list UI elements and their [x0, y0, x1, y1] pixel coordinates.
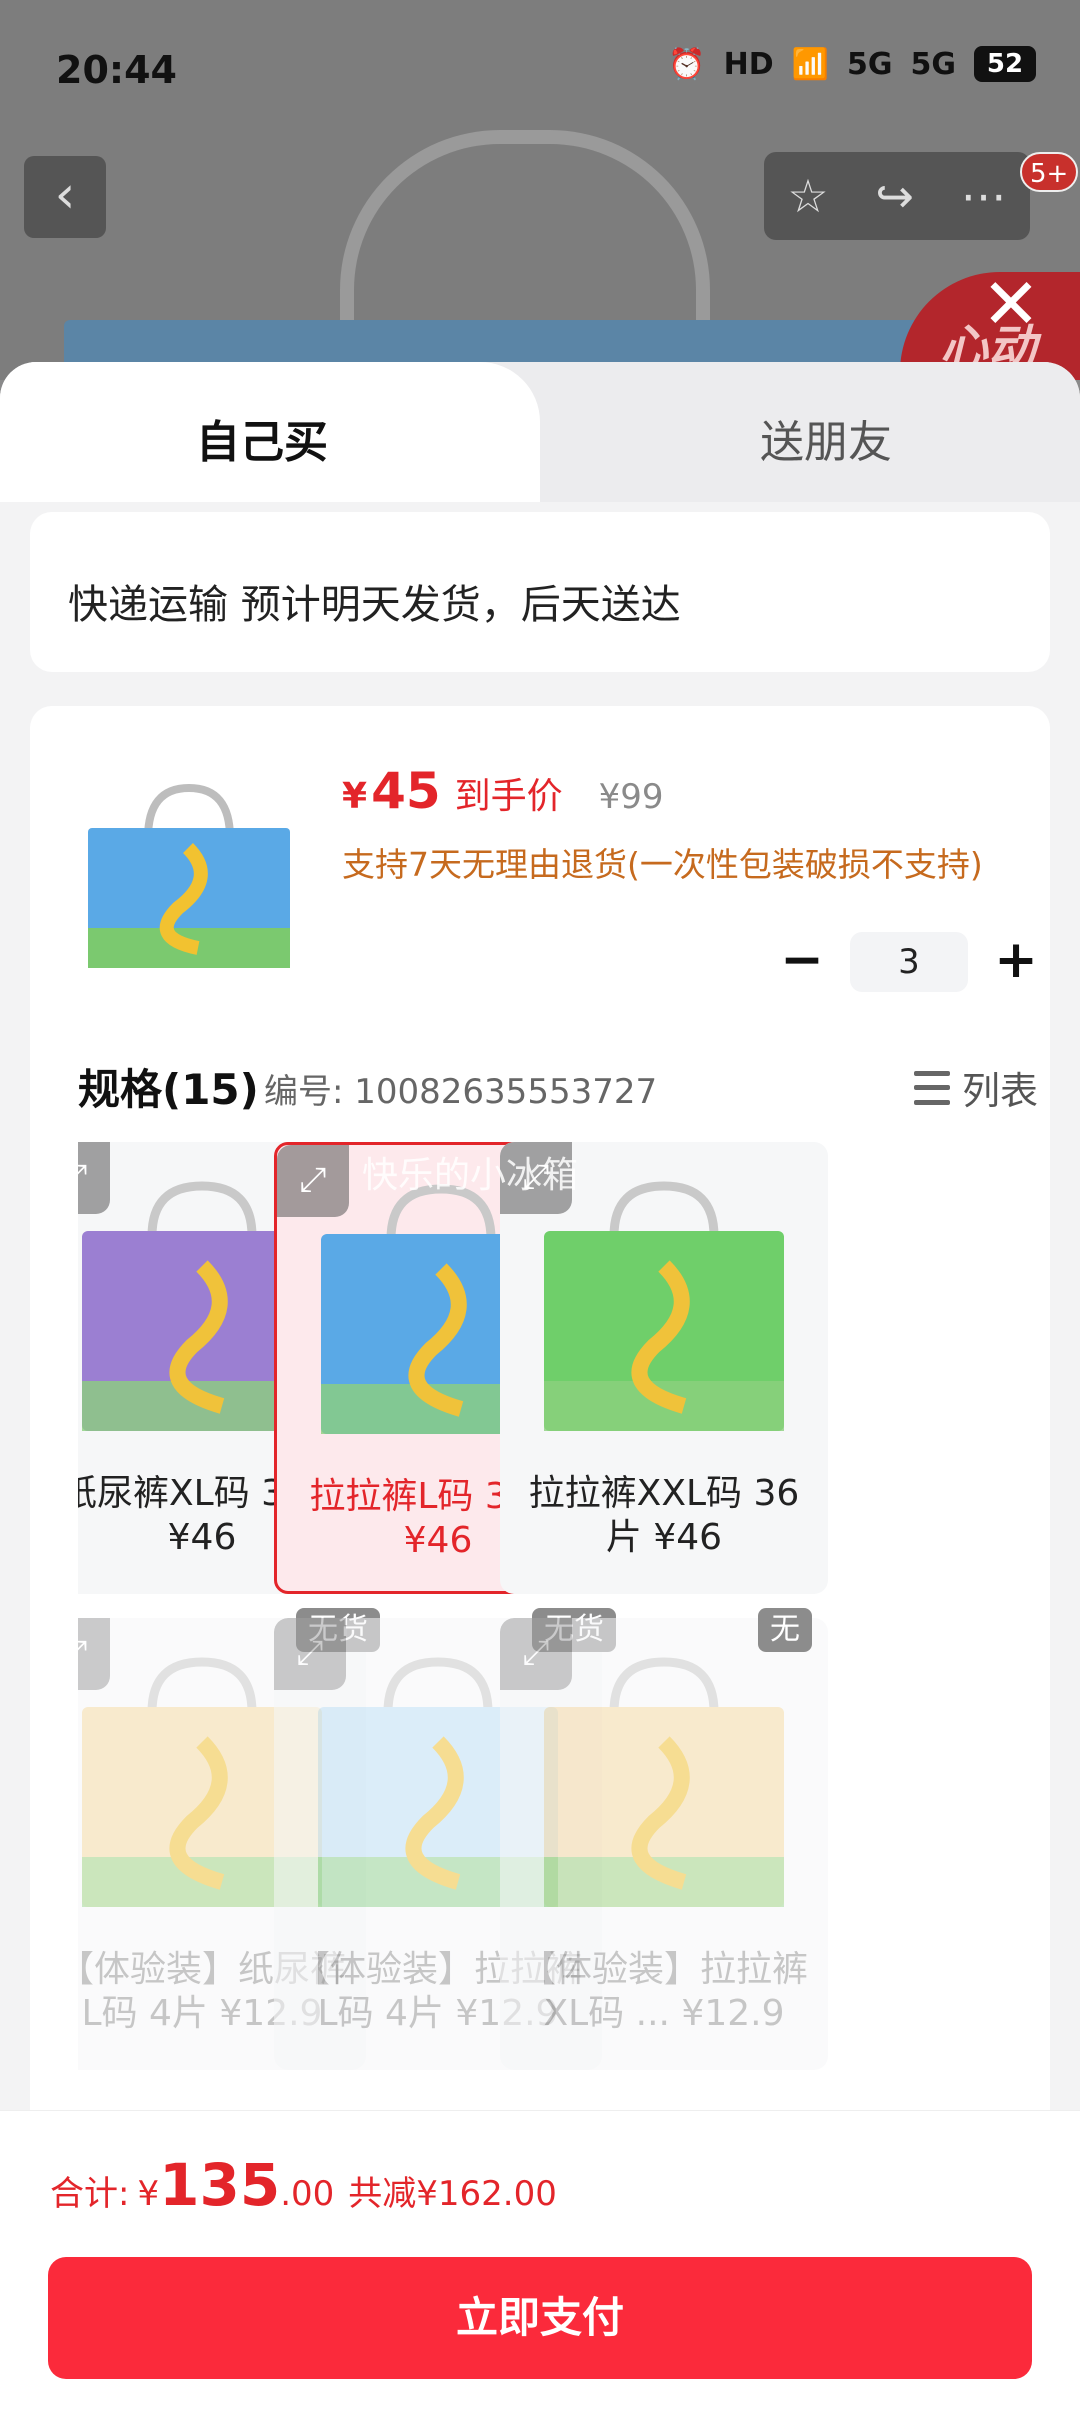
list-icon [913, 1070, 950, 1105]
spec-title: 规格(15) [78, 1065, 259, 1114]
spec-grid: ⤢纸尿裤XL码 38片 ¥46⤢拉拉裤L码 34片 ¥46⤢拉拉裤XXL码 36… [78, 1138, 1034, 2078]
expand-icon[interactable]: ⤢ [274, 1618, 346, 1690]
spec-code: 编号: 10082635553727 [264, 1072, 658, 1112]
total-saved: 共减¥162.00 [348, 2174, 557, 2214]
star-icon[interactable]: ☆ [787, 169, 828, 223]
nav-actions: ☆ ↪ ⋯ [764, 152, 1030, 240]
status-icons: ⏰ HD 📶 5G 5G 52 [668, 46, 1036, 82]
spec-option-label: 拉拉裤XXL码 36 片 ¥46 [528, 1473, 800, 1558]
signal-icon-2: 5G [910, 46, 957, 82]
more-icon[interactable]: ⋯ [961, 169, 1007, 223]
status-time: 20:44 [56, 48, 177, 92]
purchase-sheet: 自己买 送朋友 快递运输 预计明天发货，后天送达 ¥ 45 到手价 ¥99 支持… [0, 362, 1080, 2412]
alarm-icon: ⏰ [668, 46, 706, 82]
plus-button[interactable]: + [986, 932, 1046, 992]
spec-header: 规格(15) 编号: 10082635553727 列表 [78, 1056, 1038, 1116]
spec-option-label: 【体验装】拉拉裤 XL码 ... ¥12.9 [519, 1949, 808, 2034]
tab-friend[interactable]: 送朋友 [760, 406, 892, 470]
total-row: 合计: ¥ 135 .00 共减¥162.00 [50, 2151, 557, 2219]
checkout-footer: 合计: ¥ 135 .00 共减¥162.00 立即支付 [0, 2110, 1080, 2412]
shipping-card: 快递运输 预计明天发货，后天送达 [30, 512, 1050, 672]
total-symbol: ¥ [137, 2174, 160, 2214]
watermark: 快乐的小冰箱 [362, 1155, 579, 1196]
hd-icon: HD [723, 46, 774, 82]
total-label: 合计: [50, 2174, 130, 2214]
final-price: 45 [371, 762, 441, 820]
share-icon[interactable]: ↪ [875, 169, 914, 223]
return-policy: 支持7天无理由退货(一次性包装破损不支持) [342, 845, 983, 884]
out-of-stock-badge: 无 [758, 1608, 812, 1652]
message-badge: 5+ [1020, 152, 1079, 192]
signal-icon-1: 5G [847, 46, 893, 82]
battery-icon: 52 [974, 46, 1036, 82]
price-symbol: ¥ [342, 776, 368, 817]
minus-button[interactable]: − [772, 932, 832, 992]
expand-icon[interactable]: ⤢ [78, 1142, 110, 1214]
purchase-tabs: 自己买 送朋友 [0, 362, 1080, 502]
close-icon[interactable]: ✕ [976, 269, 1046, 342]
spec-option[interactable]: ⤢ 【体验装】拉拉裤 XL码 ... ¥12.9 [500, 1618, 828, 2070]
spec-option[interactable]: ⤢ 拉拉裤XXL码 36 片 ¥46 [500, 1142, 828, 1594]
quantity-input[interactable]: 3 [850, 932, 968, 992]
tab-self[interactable]: 自己买 [196, 406, 328, 470]
back-button[interactable]: ‹ [24, 156, 106, 238]
product-thumbnail [88, 783, 290, 968]
pay-now-button[interactable]: 立即支付 [48, 2257, 1032, 2379]
price-row: ¥ 45 到手价 ¥99 [342, 762, 664, 820]
total-amount: 135 [159, 2151, 281, 2219]
total-decimals: .00 [280, 2174, 335, 2214]
quantity-stepper: − 3 + [772, 932, 1046, 992]
status-bar: 20:44 ⏰ HD 📶 5G 5G 52 [0, 0, 1080, 140]
list-view-toggle[interactable]: 列表 [913, 1060, 1038, 1115]
expand-icon[interactable]: ⤢ [500, 1618, 572, 1690]
list-label: 列表 [961, 1069, 1038, 1113]
expand-icon[interactable]: ⤢ [78, 1618, 110, 1690]
original-price: ¥99 [598, 777, 664, 817]
final-price-label: 到手价 [454, 776, 563, 817]
expand-icon[interactable]: ⤢ [277, 1145, 349, 1217]
shipping-text: 快递运输 预计明天发货，后天送达 [68, 582, 681, 628]
wifi-icon: 📶 [791, 46, 829, 82]
